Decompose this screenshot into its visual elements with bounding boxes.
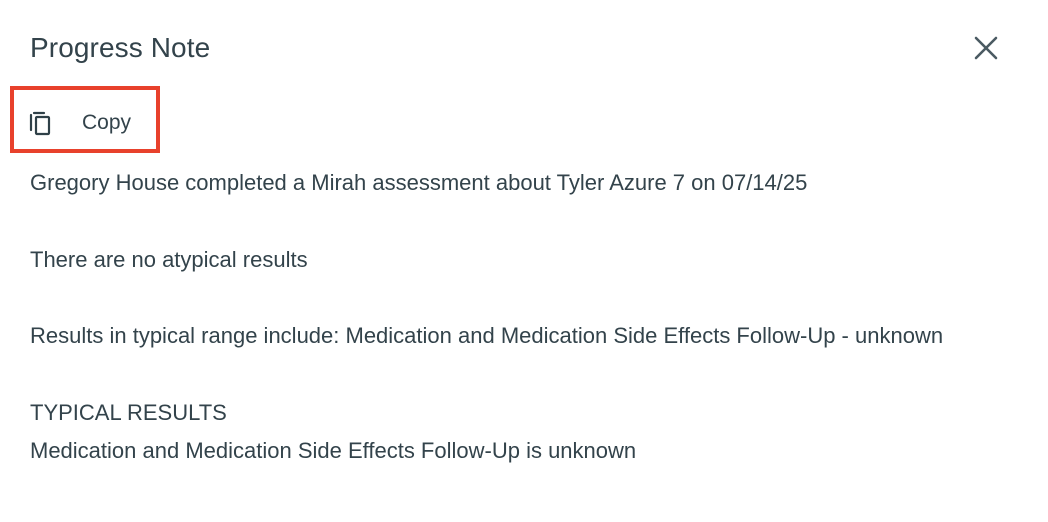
copy-button[interactable]: Copy [22, 100, 150, 146]
close-icon [973, 35, 999, 66]
progress-note-dialog: Progress Note Copy Gregory House complet… [0, 0, 1048, 522]
note-typical-range: Results in typical range include: Medica… [30, 323, 944, 348]
note-typical-results-heading: TYPICAL RESULTS [30, 400, 227, 425]
copy-button-label: Copy [82, 111, 132, 134]
note-assessment-summary: Gregory House completed a Mirah assessme… [30, 170, 808, 195]
note-typical-result-item: Medication and Medication Side Effects F… [30, 438, 637, 463]
note-atypical-results: There are no atypical results [30, 247, 308, 272]
dialog-title: Progress Note [30, 32, 211, 63]
close-button[interactable] [966, 30, 1006, 70]
copy-icon [28, 110, 54, 136]
